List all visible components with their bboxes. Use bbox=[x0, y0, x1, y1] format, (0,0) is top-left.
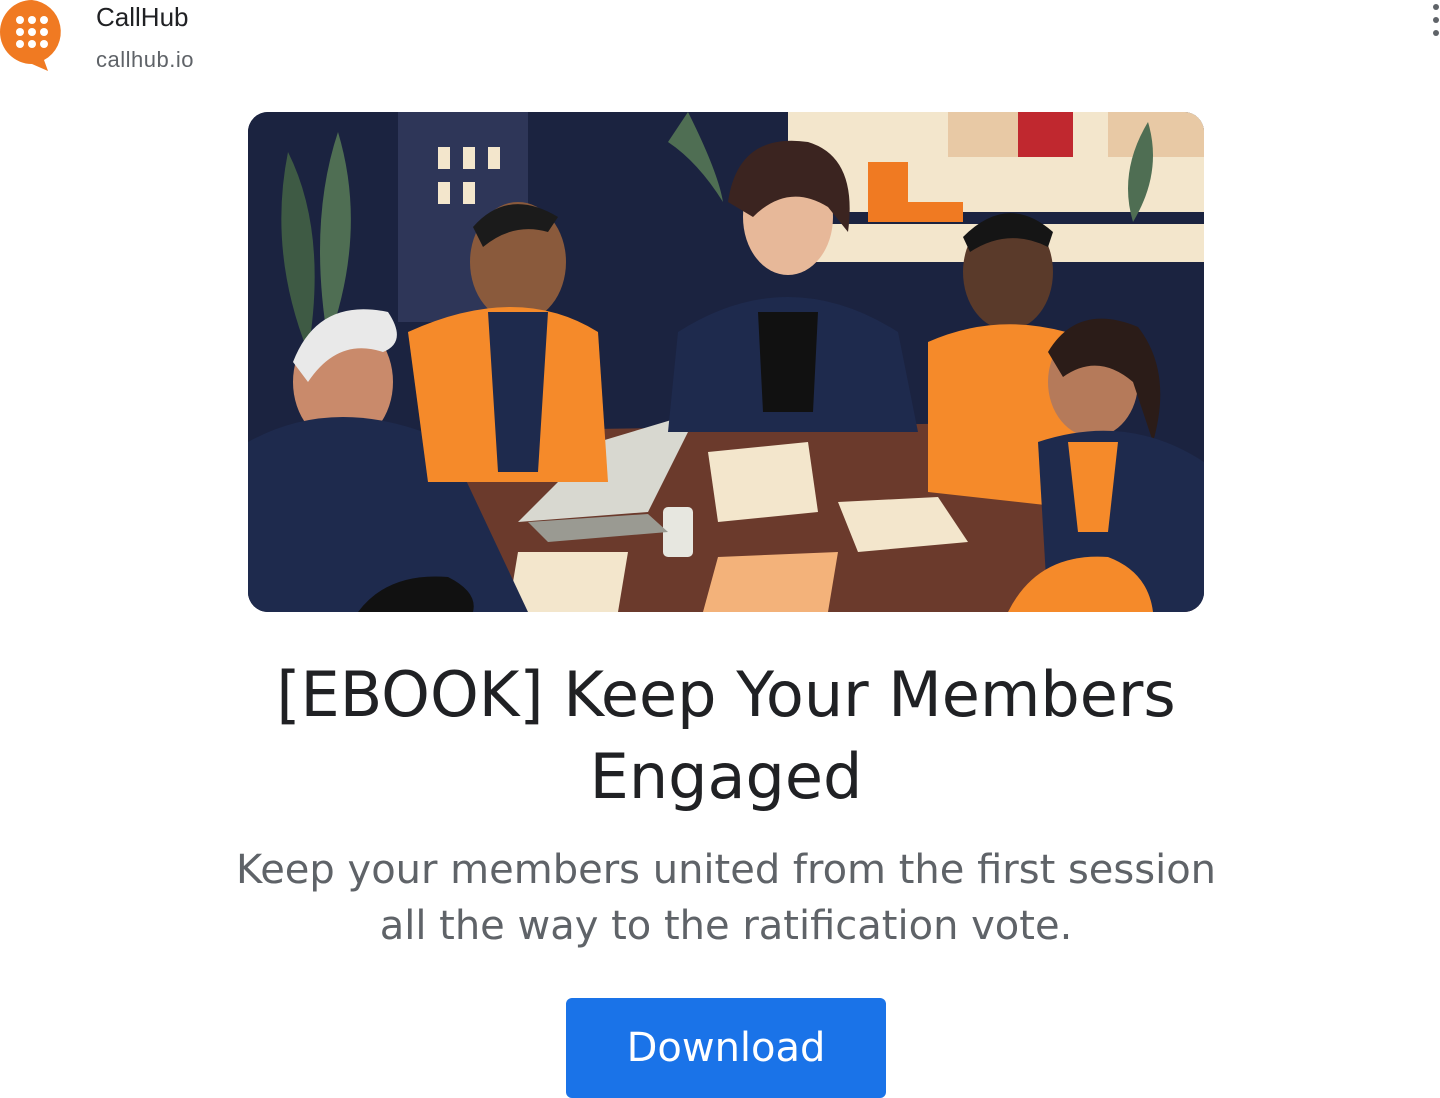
ad-title[interactable]: [EBOOK] Keep Your Members Engaged bbox=[230, 654, 1222, 818]
ad-header: CallHub callhub.io bbox=[0, 0, 1440, 90]
advertiser-domain[interactable]: callhub.io bbox=[96, 45, 194, 75]
meeting-illustration bbox=[248, 112, 1204, 612]
advertiser-name[interactable]: CallHub bbox=[96, 2, 189, 32]
hero-image[interactable] bbox=[248, 112, 1204, 612]
callhub-logo-icon[interactable] bbox=[0, 0, 66, 72]
more-vert-icon[interactable] bbox=[1424, 2, 1440, 38]
ad-description: Keep your members united from the first … bbox=[235, 847, 1217, 949]
download-button[interactable]: Download bbox=[566, 998, 886, 1098]
